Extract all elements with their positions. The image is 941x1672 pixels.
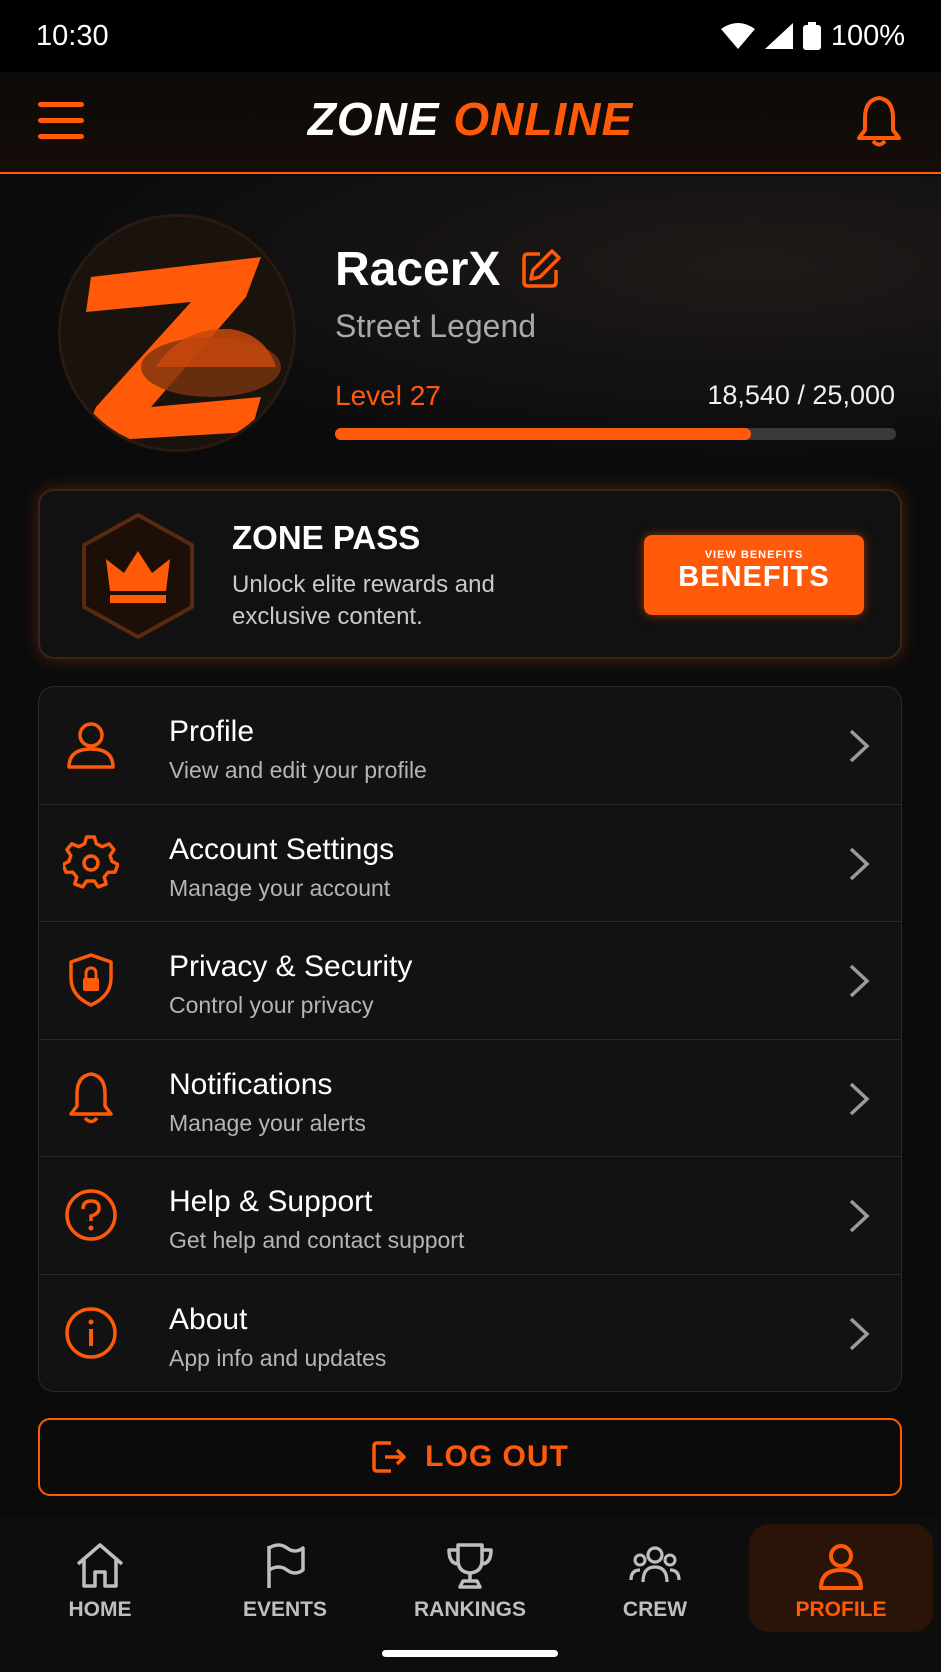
menu-item-help-support[interactable]: Help & Support Get help and contact supp… bbox=[39, 1157, 901, 1275]
menu-item-about[interactable]: About App info and updates bbox=[39, 1275, 901, 1392]
trophy-icon bbox=[447, 1543, 493, 1589]
xp-progress-fill bbox=[335, 428, 752, 440]
benefits-button-label: BENEFITS bbox=[678, 561, 830, 593]
menu-item-subtitle: App info and updates bbox=[169, 1344, 387, 1371]
gesture-bar[interactable] bbox=[382, 1650, 558, 1657]
menu-item-label: Account Settings bbox=[169, 832, 395, 866]
view-benefits-button[interactable]: VIEW BENEFITS BENEFITS bbox=[644, 535, 864, 615]
logo-zone: ZONE bbox=[307, 93, 440, 145]
app-header: ZONE ONLINE bbox=[0, 72, 941, 174]
menu-item-label: Help & Support bbox=[169, 1185, 373, 1218]
signal-icon bbox=[764, 23, 793, 49]
zone-pass-description: Unlock elite rewards and exclusive conte… bbox=[232, 571, 495, 630]
menu-item-label: Profile bbox=[169, 715, 255, 748]
crown-icon bbox=[82, 512, 194, 640]
menu-item-label: Notifications bbox=[169, 1067, 333, 1101]
nav-label: RANKINGS bbox=[413, 1598, 526, 1621]
help-icon bbox=[65, 1189, 117, 1241]
chevron-right-icon bbox=[849, 964, 870, 998]
app-logo: ZONE ONLINE bbox=[0, 92, 941, 146]
menu-item-subtitle: Get help and contact support bbox=[169, 1227, 465, 1253]
menu-item-label: Privacy & Security bbox=[169, 950, 413, 983]
chevron-right-icon bbox=[849, 1082, 870, 1115]
logout-icon bbox=[372, 1441, 406, 1473]
menu-item-account-settings[interactable]: Account Settings Manage your account bbox=[39, 805, 901, 922]
notifications-bell-icon[interactable] bbox=[853, 94, 905, 148]
xp-counter: 18,540 / 25,000 bbox=[707, 380, 895, 410]
logo-online: ONLINE bbox=[453, 93, 634, 145]
status-icons: 100% bbox=[720, 19, 905, 53]
edit-pencil-icon[interactable] bbox=[520, 248, 562, 290]
battery-percent: 100% bbox=[830, 19, 905, 52]
level-label: Level 27 bbox=[335, 380, 441, 411]
home-icon bbox=[76, 1543, 124, 1588]
menu-item-subtitle: Manage your alerts bbox=[169, 1109, 366, 1136]
menu-item-subtitle: Manage your account bbox=[169, 874, 391, 901]
logout-label: LOG OUT bbox=[425, 1440, 569, 1473]
menu-item-subtitle: View and edit your profile bbox=[169, 757, 427, 783]
status-bar: 10:30 100% bbox=[0, 0, 941, 72]
crew-icon bbox=[629, 1546, 681, 1583]
user-icon bbox=[819, 1544, 863, 1590]
profile-hero: RacerX Street Legend Level 27 18,540 / 2… bbox=[0, 176, 941, 476]
username: RacerX bbox=[335, 243, 501, 296]
menu-item-label: About bbox=[169, 1302, 248, 1336]
player-title: Street Legend bbox=[335, 308, 537, 344]
nav-label: CREW bbox=[622, 1598, 688, 1621]
info-icon bbox=[65, 1306, 117, 1359]
menu-item-profile[interactable]: Profile View and edit your profile bbox=[39, 687, 901, 805]
flag-icon bbox=[267, 1543, 305, 1588]
chevron-right-icon bbox=[849, 1199, 870, 1233]
bell-icon bbox=[69, 1071, 113, 1123]
wifi-icon bbox=[720, 23, 755, 49]
logout-button[interactable]: LOG OUT bbox=[38, 1418, 902, 1496]
chevron-right-icon bbox=[849, 1317, 870, 1350]
user-icon bbox=[67, 722, 115, 769]
avatar-emblem-icon bbox=[61, 217, 293, 449]
menu-item-privacy-security[interactable]: Privacy & Security Control your privacy bbox=[39, 922, 901, 1040]
zone-pass-title: ZONE PASS bbox=[232, 519, 421, 556]
avatar[interactable] bbox=[58, 214, 296, 452]
bottom-navigation: HOME EVENTS RANKINGS CREW PROFILE bbox=[0, 1516, 941, 1672]
nav-label: PROFILE bbox=[795, 1598, 887, 1621]
menu-item-notifications[interactable]: Notifications Manage your alerts bbox=[39, 1040, 901, 1157]
chevron-right-icon bbox=[849, 729, 870, 763]
xp-progress-bar bbox=[335, 428, 896, 440]
nav-crew[interactable]: CREW bbox=[563, 1516, 747, 1626]
menu-item-subtitle: Control your privacy bbox=[169, 992, 374, 1018]
nav-label: EVENTS bbox=[242, 1598, 328, 1621]
settings-menu: Profile View and edit your profile Accou… bbox=[38, 686, 902, 1392]
nav-rankings[interactable]: RANKINGS bbox=[378, 1516, 562, 1626]
battery-icon bbox=[802, 22, 821, 50]
nav-label: HOME bbox=[68, 1598, 132, 1621]
nav-profile[interactable]: PROFILE bbox=[749, 1524, 933, 1632]
status-time: 10:30 bbox=[36, 19, 109, 52]
shield-lock-icon bbox=[69, 953, 113, 1007]
benefits-button-caption: VIEW BENEFITS bbox=[704, 549, 804, 561]
nav-events[interactable]: EVENTS bbox=[193, 1516, 377, 1626]
chevron-right-icon bbox=[849, 847, 870, 880]
gear-icon bbox=[63, 834, 119, 889]
zone-pass-card: ZONE PASS Unlock elite rewards and exclu… bbox=[38, 489, 902, 659]
nav-home[interactable]: HOME bbox=[8, 1516, 192, 1626]
